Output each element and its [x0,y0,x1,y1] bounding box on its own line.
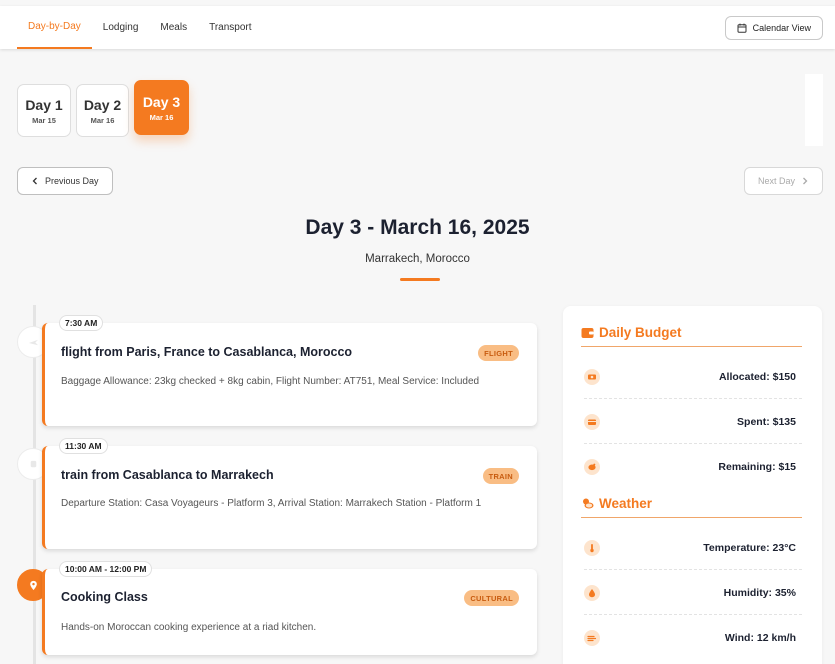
weather-heading-label: Weather [599,496,653,511]
top-nav: Day-by-Day Lodging Meals Transport Calen… [0,6,835,49]
event-badge: TRAIN [482,468,519,484]
event-badge: CULTURAL [464,590,519,606]
map-pin-icon [29,580,37,590]
event-title: Cooking Class [61,590,148,604]
tab-day-by-day[interactable]: Day-by-Day [17,6,92,49]
event-time: 11:30 AM [59,438,108,454]
day-card-date: Mar 15 [32,115,56,125]
tab-meals[interactable]: Meals [149,6,198,49]
budget-spent-row: Spent: $135 [584,400,802,444]
day-card-label: Day 2 [83,96,122,113]
calendar-icon [737,23,747,33]
budget-heading: Daily Budget [581,325,802,347]
next-day-label: Next Day [758,176,796,186]
weather-humidity-row: Humidity: 35% [584,571,802,615]
event-title: flight from Paris, France to Casablanca,… [61,345,353,359]
day-card-label: Day 3 [142,93,181,110]
day-scroll-edge [805,74,823,146]
timeline-line [33,305,36,664]
calendar-view-button[interactable]: Calendar View [724,16,823,40]
train-icon [30,460,36,467]
budget-allocated-value: Allocated: $150 [718,370,796,383]
day-card-3[interactable]: Day 3 Mar 16 [134,80,189,135]
cloud-sun-icon [583,498,594,509]
budget-remaining-row: Remaining: $15 [584,445,802,489]
budget-remaining-value: Remaining: $15 [718,461,796,473]
event-time: 10:00 AM - 12:00 PM [59,561,153,577]
previous-day-label: Previous Day [45,176,99,186]
tab-transport[interactable]: Transport [198,6,262,49]
calendar-view-label: Calendar View [752,23,811,33]
event-time: 7:30 AM [59,315,104,331]
event-description: Departure Station: Casa Voyageurs - Plat… [61,498,482,509]
event-description: Baggage Allowance: 23kg checked + 8kg ca… [61,376,480,387]
weather-temperature-row: Temperature: 23°C [584,526,802,570]
weather-humidity-value: Humidity: 35% [723,586,796,599]
day-card-1[interactable]: Day 1 Mar 15 [17,84,71,137]
previous-day-button[interactable]: Previous Day [17,167,113,195]
weather-temperature-value: Temperature: 23°C [703,541,796,554]
money-icon [584,368,600,385]
view-tabs: Day-by-Day Lodging Meals Transport [17,6,263,49]
event-card-cooking-class[interactable]: 10:00 AM - 12:00 PM Cooking Class CULTUR… [42,561,537,655]
wind-icon [584,630,600,646]
event-card-flight[interactable]: 7:30 AM flight from Paris, France to Cas… [42,315,537,426]
budget-allocated-row: Allocated: $150 [584,355,802,399]
weather-heading: Weather [581,496,802,518]
next-day-button[interactable]: Next Day [744,167,823,195]
sidebar-panel: Daily Budget Allocated: $150 Spent: $135… [563,306,822,664]
event-title: train from Casablanca to Marrakech [61,468,274,482]
thermometer-icon [584,539,600,556]
day-card-date: Mar 16 [149,112,174,122]
page-location: Marrakech, Morocco [365,253,470,265]
credit-card-icon [584,413,600,430]
event-card-train[interactable]: 11:30 AM train from Casablanca to Marrak… [42,438,537,549]
page-title: Day 3 - March 16, 2025 [305,216,530,239]
droplet-icon [584,584,600,601]
day-card-label: Day 1 [25,96,63,113]
wallet-icon [581,328,594,338]
weather-wind-row: Wind: 12 km/h [584,616,802,660]
budget-heading-label: Daily Budget [599,325,682,340]
piggy-bank-icon [584,459,600,475]
weather-wind-value: Wind: 12 km/h [724,632,796,644]
day-card-2[interactable]: Day 2 Mar 16 [76,84,129,137]
title-underline [400,278,440,281]
chevron-left-icon [32,177,37,185]
day-card-date: Mar 16 [90,115,115,125]
budget-spent-value: Spent: $135 [737,415,796,428]
plane-icon [28,339,38,345]
event-description: Hands-on Moroccan cooking experience at … [61,622,317,633]
chevron-right-icon [803,177,808,185]
event-badge: FLIGHT [478,345,519,361]
tab-lodging[interactable]: Lodging [92,6,150,49]
